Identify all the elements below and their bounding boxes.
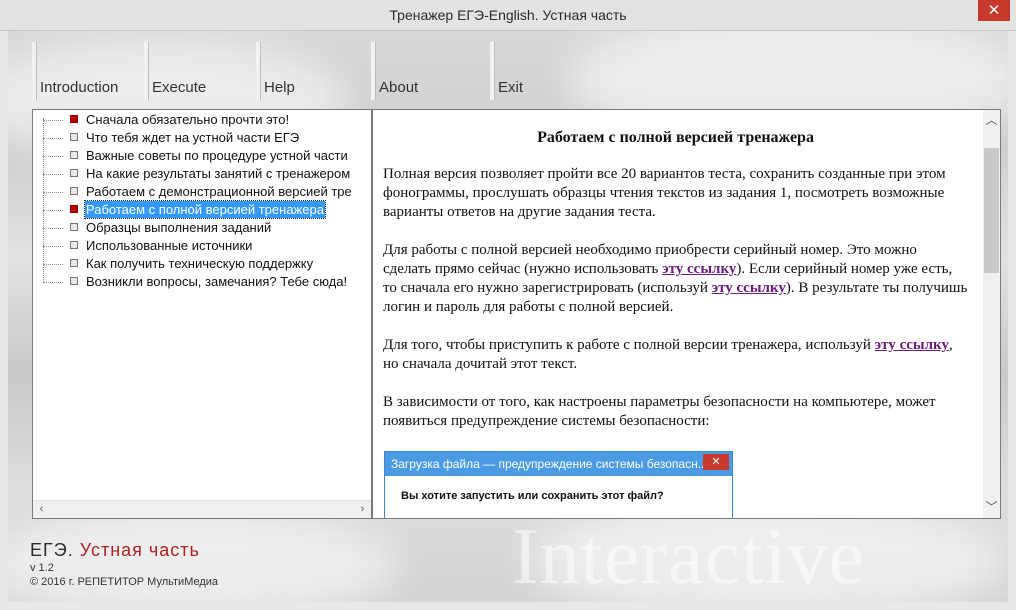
tree-branch	[43, 192, 63, 193]
tree-item-label: Как получить техническую поддержку	[86, 256, 314, 271]
tree-item-label: Сначала обязательно прочти это!	[86, 112, 290, 127]
vertical-scrollbar[interactable]: ︿ ﹀	[983, 110, 1000, 518]
bullet-icon	[70, 277, 78, 285]
menu-divider	[32, 42, 37, 100]
bullet-icon	[70, 133, 78, 141]
tree-item[interactable]: Как получить техническую поддержку	[43, 255, 371, 273]
tree-item[interactable]: Возникли вопросы, замечания? Тебе сюда!	[43, 273, 371, 291]
dialog-title: Загрузка файла — предупреждение системы …	[385, 452, 732, 476]
dialog-question: Вы хотите запустить или сохранить этот ф…	[401, 490, 664, 502]
bullet-icon	[70, 223, 78, 231]
text-run: Для того, чтобы приступить к работе с по…	[383, 337, 875, 353]
menu-divider	[490, 42, 495, 100]
bullet-icon	[70, 259, 78, 267]
tree-branch	[43, 120, 63, 121]
copyright-label: © 2016 г. РЕПЕТИТОР МультиМедиа	[30, 576, 219, 588]
article-paragraph: В зависимости от того, как настроены пар…	[383, 394, 936, 429]
bullet-icon	[70, 115, 78, 123]
tree-item-label: На какие результаты занятий с тренажером	[86, 166, 351, 181]
bullet-icon	[70, 187, 78, 195]
article-heading: Работаем с полной версией тренажера	[537, 129, 814, 146]
menu-label: About	[379, 79, 419, 96]
tree-item-label: Работаем с полной версией тренажера	[84, 200, 326, 219]
scroll-left-icon[interactable]: ‹	[33, 501, 50, 518]
article-paragraph: Для работы с полной версией необходимо п…	[383, 241, 968, 317]
article-paragraph: Полная версия позволяет пройти все 20 ва…	[383, 166, 946, 220]
scroll-right-icon[interactable]: ›	[354, 501, 371, 518]
tree-item[interactable]: Использованные источники	[43, 237, 371, 255]
content-panel: Работаем с полной версией тренажера Полн…	[372, 109, 1001, 519]
security-warning-screenshot: Загрузка файла — предупреждение системы …	[384, 451, 733, 518]
scrollbar-thumb[interactable]	[984, 148, 999, 273]
bullet-icon	[70, 151, 78, 159]
article: Работаем с полной версией тренажера Полн…	[383, 110, 968, 450]
tree-item-label: Образцы выполнения заданий	[86, 220, 272, 235]
tree-branch	[43, 138, 63, 139]
menu-label: Execute	[152, 79, 207, 96]
tree-branch	[43, 174, 63, 175]
scroll-down-icon[interactable]: ﹀	[983, 499, 1000, 516]
tree-item-label: Что тебя ждет на устной части ЕГЭ	[86, 130, 300, 145]
tree-branch	[43, 228, 63, 229]
tree-branch	[43, 282, 63, 283]
article-paragraph: Для того, чтобы приступить к работе с по…	[383, 336, 968, 374]
menu-label: Help	[264, 79, 295, 96]
tree-branch	[43, 156, 63, 157]
menu-label: Exit	[498, 79, 524, 96]
bullet-icon	[70, 169, 78, 177]
tree-branch	[43, 246, 63, 247]
title-bar: Тренажер ЕГЭ-English. Устная часть ✕	[0, 0, 1016, 31]
bullet-icon	[70, 205, 78, 213]
bullet-icon	[70, 241, 78, 249]
product-title-prefix: ЕГЭ.	[30, 540, 74, 560]
tree-item-label: Возникли вопросы, замечания? Тебе сюда!	[86, 274, 348, 289]
register-link[interactable]: эту ссылку	[712, 280, 786, 296]
purchase-link[interactable]: эту ссылку	[662, 261, 736, 277]
tree-item-label: Работаем с демонстрационной версией тре	[86, 184, 352, 199]
menu-label: Introduction	[40, 79, 119, 96]
tree-item-label: Важные советы по процедуре устной части	[86, 148, 348, 163]
topics-tree: Сначала обязательно прочти это! Что тебя…	[33, 110, 371, 500]
tree-item[interactable]: Образцы выполнения заданий	[43, 219, 371, 237]
horizontal-scrollbar[interactable]: ‹ ›	[33, 500, 371, 518]
window-title: Тренажер ЕГЭ-English. Устная часть	[389, 7, 627, 23]
tree-item[interactable]: Что тебя ждет на устной части ЕГЭ	[43, 129, 371, 147]
menu-divider	[371, 42, 376, 100]
tree-item-label: Использованные источники	[86, 238, 253, 253]
tree-item[interactable]: Важные советы по процедуре устной части	[43, 147, 371, 165]
tree-item[interactable]: Работаем с демонстрационной версией тре	[43, 183, 371, 201]
tree-branch	[43, 264, 63, 265]
product-title-name: Устная часть	[79, 540, 200, 560]
full-version-link[interactable]: эту ссылку	[875, 337, 949, 353]
brand-watermark: Interactive	[512, 513, 865, 601]
product-title: ЕГЭ. Устная часть	[30, 540, 200, 561]
dialog-close-icon: ✕	[703, 454, 729, 470]
tree-branch	[43, 210, 63, 211]
tree-item[interactable]: На какие результаты занятий с тренажером	[43, 165, 371, 183]
window-close-button[interactable]: ✕	[978, 0, 1010, 21]
menu-divider	[256, 42, 261, 100]
version-label: v 1.2	[30, 562, 54, 574]
topics-tree-panel: Сначала обязательно прочти это! Что тебя…	[32, 109, 372, 519]
tree-item-selected[interactable]: Работаем с полной версией тренажера	[43, 200, 371, 219]
menu-divider	[144, 42, 149, 100]
scroll-up-icon[interactable]: ︿	[983, 112, 1000, 129]
tree-item[interactable]: Сначала обязательно прочти это!	[43, 111, 371, 129]
